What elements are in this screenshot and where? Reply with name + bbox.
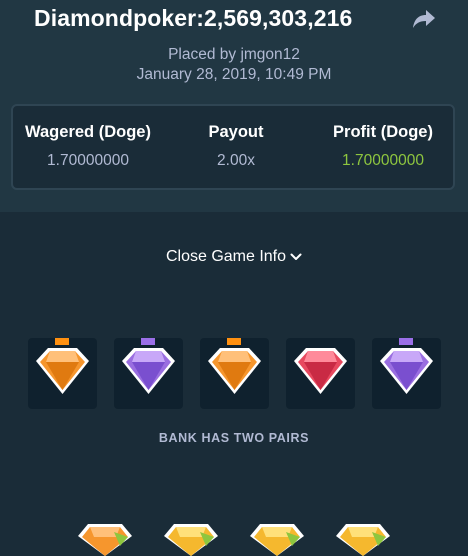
- profit-label: Profit (Doge): [333, 123, 433, 141]
- orange-gem-icon: [208, 338, 261, 394]
- purple-gem-icon: [122, 338, 175, 394]
- share-arrow-icon[interactable]: [412, 8, 436, 30]
- bank-gem-5: [372, 338, 441, 409]
- bank-gem-3: [200, 338, 269, 409]
- red-gem-icon: [294, 348, 347, 394]
- bank-gem-4: [286, 338, 355, 409]
- title-row: Diamondpoker:2,569,303,216: [34, 4, 444, 34]
- close-game-info-button[interactable]: Close Game Info: [0, 248, 468, 266]
- bet-date: January 28, 2019, 10:49 PM: [136, 66, 332, 83]
- bank-gem-2: [114, 338, 183, 409]
- bank-result: BANK HAS TWO PAIRS: [158, 431, 310, 445]
- profit-stat: Profit (Doge) 1.70000000: [311, 122, 455, 170]
- payout-stat: Payout 2.00x: [171, 122, 301, 170]
- wagered-value: 1.70000000: [47, 152, 129, 169]
- bet-title: Diamondpoker:2,569,303,216: [34, 5, 353, 31]
- player-gem-1: [78, 524, 132, 556]
- close-game-info-label: Close Game Info: [165, 248, 287, 266]
- purple-gem-icon: [380, 338, 433, 394]
- wagered-label: Wagered (Doge): [25, 123, 151, 141]
- payout-label: Payout: [208, 123, 264, 141]
- bank-gem-1: [28, 338, 97, 409]
- player-gem-2: [164, 524, 218, 556]
- chevron-down-icon: [290, 248, 302, 266]
- payout-value: 2.00x: [217, 152, 255, 169]
- wagered-stat: Wagered (Doge) 1.70000000: [17, 122, 159, 170]
- player-gem-3: [250, 524, 304, 556]
- bet-stats-panel: Wagered (Doge) 1.70000000 Payout 2.00x P…: [11, 104, 455, 190]
- placed-by: Placed by jmgon12: [168, 46, 300, 63]
- profit-value: 1.70000000: [342, 152, 424, 169]
- bet-details-header: Diamondpoker:2,569,303,216 Placed by jmg…: [0, 0, 468, 212]
- orange-gem-icon: [36, 338, 89, 394]
- player-gem-4: [336, 524, 390, 556]
